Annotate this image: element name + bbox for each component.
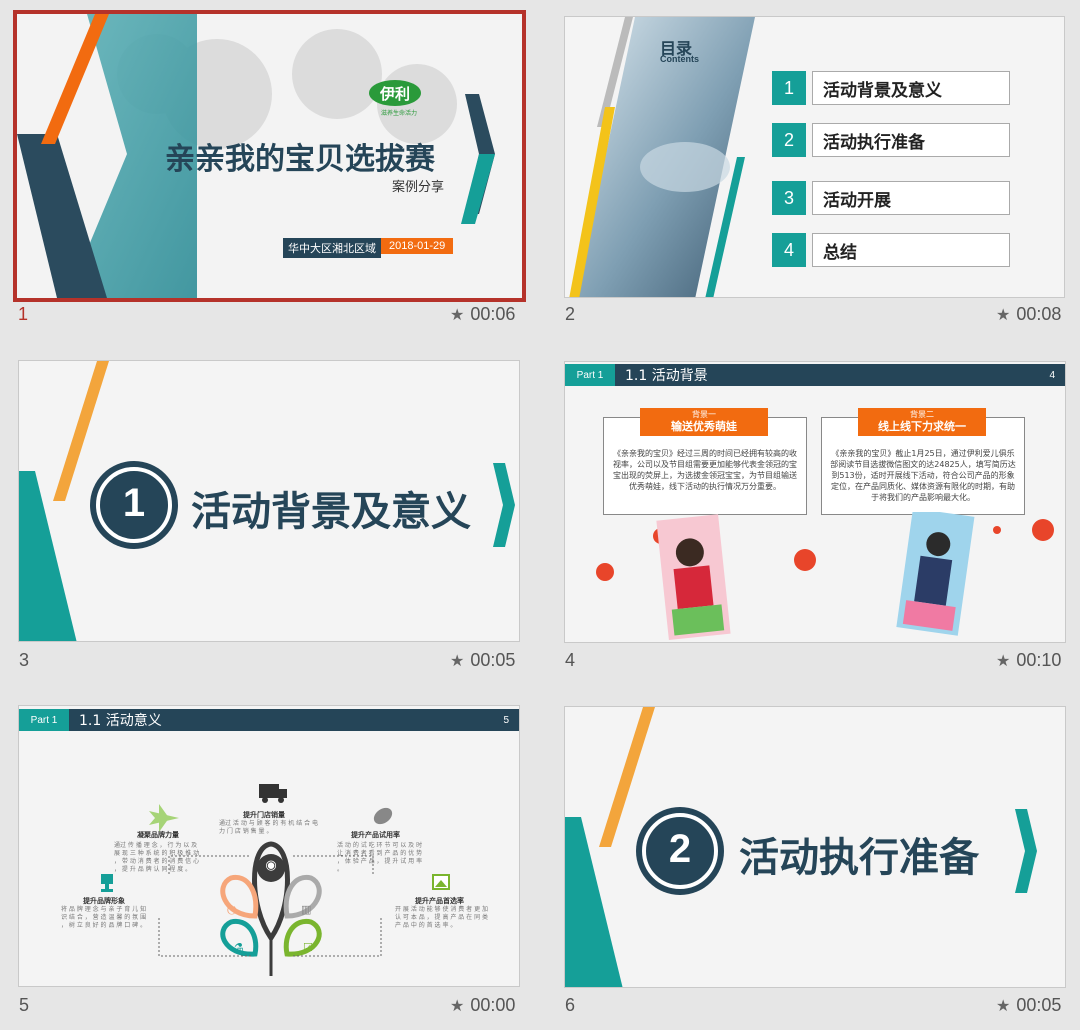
region-label: 华中大区湘北区域 (283, 238, 381, 258)
slide-duration-4: ★ 00:10 (996, 650, 1061, 671)
toc-number-1: 1 (772, 71, 806, 105)
slide-duration-6: ★ 00:05 (996, 995, 1061, 1016)
card-ribbon: 背景一 输送优秀萌娃 (640, 408, 768, 436)
card-kicker: 背景二 (910, 410, 934, 419)
point-text-store-sales: 通过 活 动 与 顾 客 的 有 机 结 合 电 力 门 店 销 售 量 。 (219, 820, 318, 835)
point-text-trial-rate: 活 动 的 试 吃 环 节 可 以 及 时 让 消 费 者 看 到 产 品 的 … (337, 842, 423, 873)
slide1-title: 亲亲我的宝贝选拔赛 (165, 142, 435, 177)
slide-duration-5: ★ 00:00 (450, 995, 515, 1016)
slide-thumbnail-4[interactable]: Part 1 1.1 活动背景 4 背景一 输送优秀萌娃 《亲亲我的宝贝》经过三… (564, 361, 1066, 643)
toc-item-4: 总结 (812, 233, 1010, 267)
card-title: 输送优秀萌娃 (671, 420, 737, 433)
toc-number-2: 2 (772, 123, 806, 157)
slide-number-4: 4 (565, 650, 576, 670)
toc-item-2: 活动执行准备 (812, 123, 1010, 157)
slide-number-1: 1 (18, 304, 29, 324)
duration-text: 00:08 (1016, 304, 1062, 324)
part-heading: 1.1 活动背景 (625, 368, 708, 384)
slide-duration-1: ★ 00:06 (450, 304, 515, 325)
logo-slogan: 滋养生命活力 (380, 110, 417, 117)
slide-thumbnail-1[interactable]: 伊利 滋养生命活力 亲亲我的宝贝选拔赛 案例分享 华中大区湘北区域 2018-0… (13, 10, 526, 302)
image-icon (432, 874, 450, 890)
trash-icon: ▥ (301, 903, 312, 916)
slide-thumbnail-2[interactable]: 目录 Contents 1 活动背景及意义 2 活动执行准备 3 活动开展 4 … (564, 16, 1065, 298)
star-icon: ★ (996, 653, 1011, 670)
eye-icon: ◉ (265, 858, 277, 873)
slide-number-2: 2 (565, 304, 576, 324)
star-icon: ★ (450, 307, 465, 324)
card-kicker: 背景一 (692, 410, 716, 419)
duration-text: 00:05 (1016, 995, 1062, 1015)
date-label: 2018-01-29 (381, 238, 454, 254)
diagram-graphics (101, 784, 450, 976)
section-number: 1 (122, 481, 146, 525)
logo-text: 伊利 (369, 80, 421, 106)
duration-text: 00:10 (1016, 650, 1062, 670)
duration-text: 00:00 (470, 995, 516, 1015)
part-header-bar: Part 1 1.1 活动背景 4 (565, 364, 1065, 386)
card-title: 线上线下力求统一 (878, 420, 966, 433)
truck-icon (259, 784, 287, 803)
section-title: 活动执行准备 (739, 835, 979, 881)
plane-icon (149, 804, 179, 832)
power-icon: ⏻ (227, 903, 237, 917)
flask-icon: ⚗ (234, 941, 244, 954)
check-icon: ☑ (303, 941, 313, 954)
star-icon: ★ (996, 998, 1011, 1015)
toc-item-3: 活动开展 (812, 181, 1010, 215)
slide1-subtitle: 案例分享 (392, 180, 445, 195)
toc-number-3: 3 (772, 181, 806, 215)
card-body: 《亲亲我的宝贝》经过三周的时间已经拥有较高的收视率，公司以及节目组需要更加能够代… (613, 449, 797, 491)
background-card-1: 背景一 输送优秀萌娃 《亲亲我的宝贝》经过三周的时间已经拥有较高的收视率，公司以… (603, 408, 807, 515)
slide-thumbnail-3[interactable]: 1 活动背景及意义 (18, 360, 520, 642)
slide-duration-2: ★ 00:08 (996, 304, 1061, 325)
toc-number-4: 4 (772, 233, 806, 267)
part-tag: Part 1 (565, 364, 615, 386)
point-text-brand-power: 通过 传 播 理 念 ， 行 为 以 及 展 现 三 种 系 统 的 积 极 推… (114, 842, 200, 873)
star-icon: ★ (450, 998, 465, 1015)
point-title-first-choice: 提升产品首选率 (415, 897, 464, 905)
yili-logo: 伊利 滋养生命活力 (369, 80, 429, 117)
section-number: 2 (668, 827, 692, 871)
poster-images (596, 512, 1054, 641)
point-text-first-choice: 开 展 活 动 能 够 使 消 费 者 更 加 认 可 本 品 ， 提 高 产 … (395, 906, 488, 929)
slide-duration-3: ★ 00:05 (450, 650, 515, 671)
point-title-brand-power: 凝聚品牌力量 (137, 831, 179, 839)
leaf-icon (373, 807, 393, 825)
star-icon: ★ (450, 653, 465, 670)
slide-thumbnail-5[interactable]: Part 1 1.1 活动意义 5 ◉ ⏻ ▥ ⚗ ☑ 提升门店销量 通过 活 … (18, 705, 520, 987)
toc-item-1: 活动背景及意义 (812, 71, 1010, 105)
slide-thumbnail-6[interactable]: 2 活动执行准备 (564, 706, 1066, 988)
slide-number-5: 5 (19, 995, 30, 1015)
toc-subtitle: Contents (660, 54, 699, 64)
point-title-store-sales: 提升门店销量 (243, 811, 285, 819)
point-text-brand-image: 将 品 牌 理 念 与 亲 子 育 儿 知 识 结 合 ， 营 造 温 馨 的 … (61, 906, 147, 929)
section-title: 活动背景及意义 (191, 489, 471, 535)
point-title-trial-rate: 提升产品试用率 (351, 831, 400, 839)
background-card-2: 背景二 线上线下力求统一 《亲亲我的宝贝》截止1月25日，通过伊利爱儿俱乐部阅读… (821, 408, 1025, 515)
page-number: 4 (1049, 369, 1055, 381)
point-title-brand-image: 提升品牌形象 (83, 897, 125, 905)
star-icon: ★ (996, 307, 1011, 324)
duration-text: 00:06 (470, 304, 516, 324)
duration-text: 00:05 (470, 650, 516, 670)
card-body: 《亲亲我的宝贝》截止1月25日，通过伊利爱儿俱乐部阅读节目选拔微信图文的达248… (830, 449, 1016, 502)
card-ribbon: 背景二 线上线下力求统一 (858, 408, 986, 436)
trophy-icon (101, 874, 113, 892)
slide-number-6: 6 (565, 995, 576, 1015)
slide-number-3: 3 (19, 650, 30, 670)
